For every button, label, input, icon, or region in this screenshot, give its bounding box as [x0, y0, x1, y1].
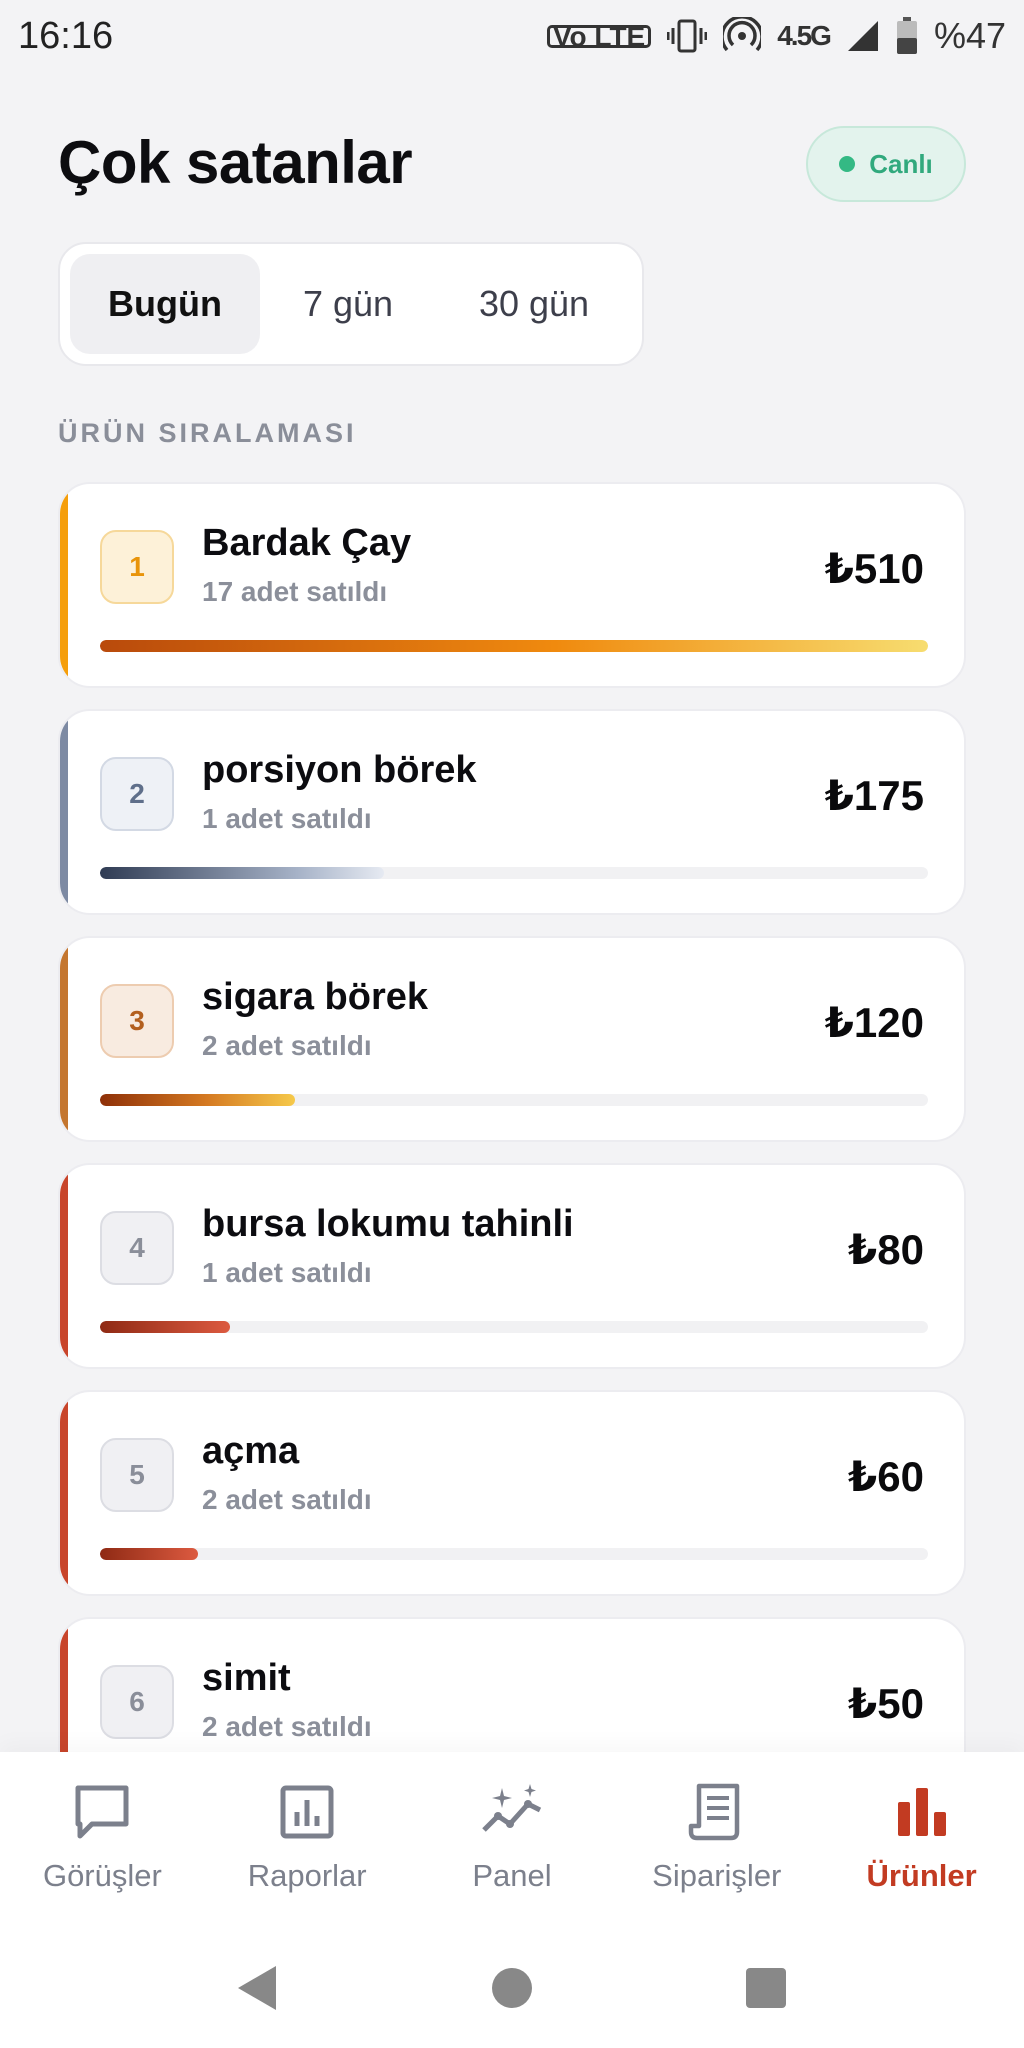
battery-icon — [896, 17, 918, 55]
product-revenue: ₺175 — [824, 772, 924, 819]
status-bar: 16:16 Vo LTE 4.5G %47 — [0, 0, 1024, 72]
status-icons: Vo LTE 4.5G %47 — [546, 15, 1006, 57]
product-revenue: ₺120 — [824, 999, 924, 1046]
product-sold-count: 2 adet satıldı — [202, 1030, 372, 1061]
live-label: Canlı — [869, 148, 933, 179]
product-sold-count: 1 adet satıldı — [202, 1257, 372, 1288]
product-sold-count: 17 adet satıldı — [202, 576, 388, 607]
nav-label: Ürünler — [866, 1858, 977, 1893]
battery-percent: %47 — [933, 15, 1006, 56]
signal-icon — [846, 19, 880, 53]
share-track — [100, 640, 928, 652]
rank-badge: 6 — [100, 1665, 174, 1739]
product-name: açma — [202, 1430, 300, 1472]
rank-badge: 2 — [100, 757, 174, 831]
product-card[interactable]: 2 porsiyon börek 1 adet satıldı ₺175 — [58, 709, 966, 915]
report-icon — [280, 1785, 334, 1839]
share-track — [100, 1094, 928, 1106]
product-revenue: ₺510 — [824, 545, 924, 592]
product-card[interactable]: 3 sigara börek 2 adet satıldı ₺120 — [58, 936, 966, 1142]
hotspot-icon — [723, 17, 762, 55]
product-card[interactable]: 5 açma 2 adet satıldı ₺60 — [58, 1390, 966, 1596]
section-label: ÜRÜN SIRALAMASI — [58, 418, 357, 448]
live-dot-icon — [839, 156, 856, 172]
rank-badge: 4 — [100, 1211, 174, 1285]
product-sold-count: 2 adet satıldı — [202, 1484, 372, 1515]
share-fill — [100, 1548, 198, 1560]
nav-label: Siparişler — [652, 1858, 782, 1893]
back-icon[interactable] — [236, 1964, 280, 2012]
share-track — [100, 1321, 928, 1333]
product-revenue: ₺60 — [848, 1453, 924, 1500]
nav-label: Panel — [472, 1858, 552, 1893]
share-fill — [100, 867, 384, 879]
product-card[interactable]: 4 bursa lokumu tahinli 1 adet satıldı ₺8… — [58, 1163, 966, 1369]
product-name: sigara börek — [202, 976, 428, 1018]
recents-icon[interactable] — [744, 1966, 788, 2010]
tab-7-days[interactable]: 7 gün — [260, 254, 436, 354]
nav-item-siparisler[interactable]: Siparişler — [617, 1780, 817, 1894]
system-nav-bar — [0, 1928, 1024, 2048]
share-fill — [100, 1094, 295, 1106]
share-track — [100, 1548, 928, 1560]
bottom-nav: Görüşler Raporlar Panel Siparişler Ürünl… — [0, 1752, 1024, 1928]
product-sold-count: 2 adet satıldı — [202, 1711, 372, 1742]
card-accent — [60, 1165, 68, 1367]
chat-icon — [75, 1785, 129, 1839]
product-card[interactable]: 1 Bardak Çay 17 adet satıldı ₺510 — [58, 482, 966, 688]
nav-item-gorusler[interactable]: Görüşler — [2, 1780, 202, 1894]
live-badge: Canlı — [806, 126, 966, 202]
rank-badge: 1 — [100, 530, 174, 604]
home-icon[interactable] — [490, 1966, 534, 2010]
product-name: porsiyon börek — [202, 749, 477, 791]
product-name: bursa lokumu tahinli — [202, 1203, 574, 1245]
product-sold-count: 1 adet satıldı — [202, 803, 372, 834]
tab-30-days[interactable]: 30 gün — [436, 254, 632, 354]
volte-icon: Vo LTE — [546, 22, 652, 50]
network-type: 4.5G — [777, 20, 832, 51]
card-accent — [60, 1392, 68, 1594]
rank-badge: 5 — [100, 1438, 174, 1512]
nav-label: Raporlar — [247, 1858, 367, 1893]
rank-badge: 3 — [100, 984, 174, 1058]
period-selector: Bugün 7 gün 30 gün — [58, 242, 644, 366]
sparkle-chart-icon — [482, 1784, 542, 1832]
receipt-icon — [688, 1783, 740, 1841]
product-name: simit — [202, 1657, 291, 1699]
nav-item-panel[interactable]: Panel — [412, 1780, 612, 1894]
product-revenue: ₺80 — [848, 1226, 924, 1273]
product-revenue: ₺50 — [848, 1680, 924, 1727]
status-time: 16:16 — [18, 14, 114, 57]
nav-label: Görüşler — [42, 1858, 162, 1893]
share-fill — [100, 640, 928, 652]
share-fill — [100, 1321, 230, 1333]
tab-today[interactable]: Bugün — [70, 254, 260, 354]
product-name: Bardak Çay — [202, 522, 412, 564]
vibrate-icon — [667, 18, 708, 54]
nav-item-urunler[interactable]: Ürünler — [822, 1780, 1022, 1894]
page-title: Çok satanlar — [58, 129, 413, 196]
card-accent — [60, 484, 68, 686]
card-accent — [60, 938, 68, 1140]
bar-chart-icon — [897, 1788, 946, 1836]
share-track — [100, 867, 928, 879]
nav-item-raporlar[interactable]: Raporlar — [207, 1780, 407, 1894]
card-accent — [60, 711, 68, 913]
